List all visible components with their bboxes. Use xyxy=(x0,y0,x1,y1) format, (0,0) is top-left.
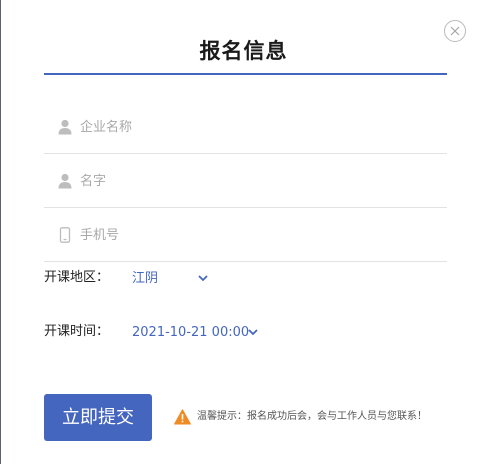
close-icon xyxy=(450,26,460,36)
registration-dialog: 报名信息 开课地区： 江阴 开课时间： 2021-10-21 00:00 xyxy=(0,0,485,464)
user-icon xyxy=(58,173,72,189)
company-field xyxy=(44,100,447,154)
title-underline xyxy=(44,73,447,75)
dialog-title: 报名信息 xyxy=(199,39,288,63)
phone-icon xyxy=(59,227,71,243)
region-label: 开课地区： xyxy=(44,270,110,285)
warning-icon xyxy=(174,409,191,425)
phone-input[interactable] xyxy=(80,224,420,246)
name-input[interactable] xyxy=(80,170,420,192)
user-icon xyxy=(58,119,72,135)
chevron-down-icon[interactable] xyxy=(248,329,258,336)
submit-button[interactable]: 立即提交 xyxy=(44,394,152,441)
region-select[interactable]: 江阴 xyxy=(132,270,158,288)
company-input[interactable] xyxy=(80,116,420,138)
phone-field xyxy=(44,208,447,262)
time-select[interactable]: 2021-10-21 00:00 xyxy=(132,324,249,342)
chevron-down-icon[interactable] xyxy=(198,275,208,282)
name-field xyxy=(44,154,447,208)
tip-text: 温馨提示：报名成功后会，会与工作人员与您联系！ xyxy=(197,411,427,422)
time-label: 开课时间： xyxy=(44,324,110,339)
